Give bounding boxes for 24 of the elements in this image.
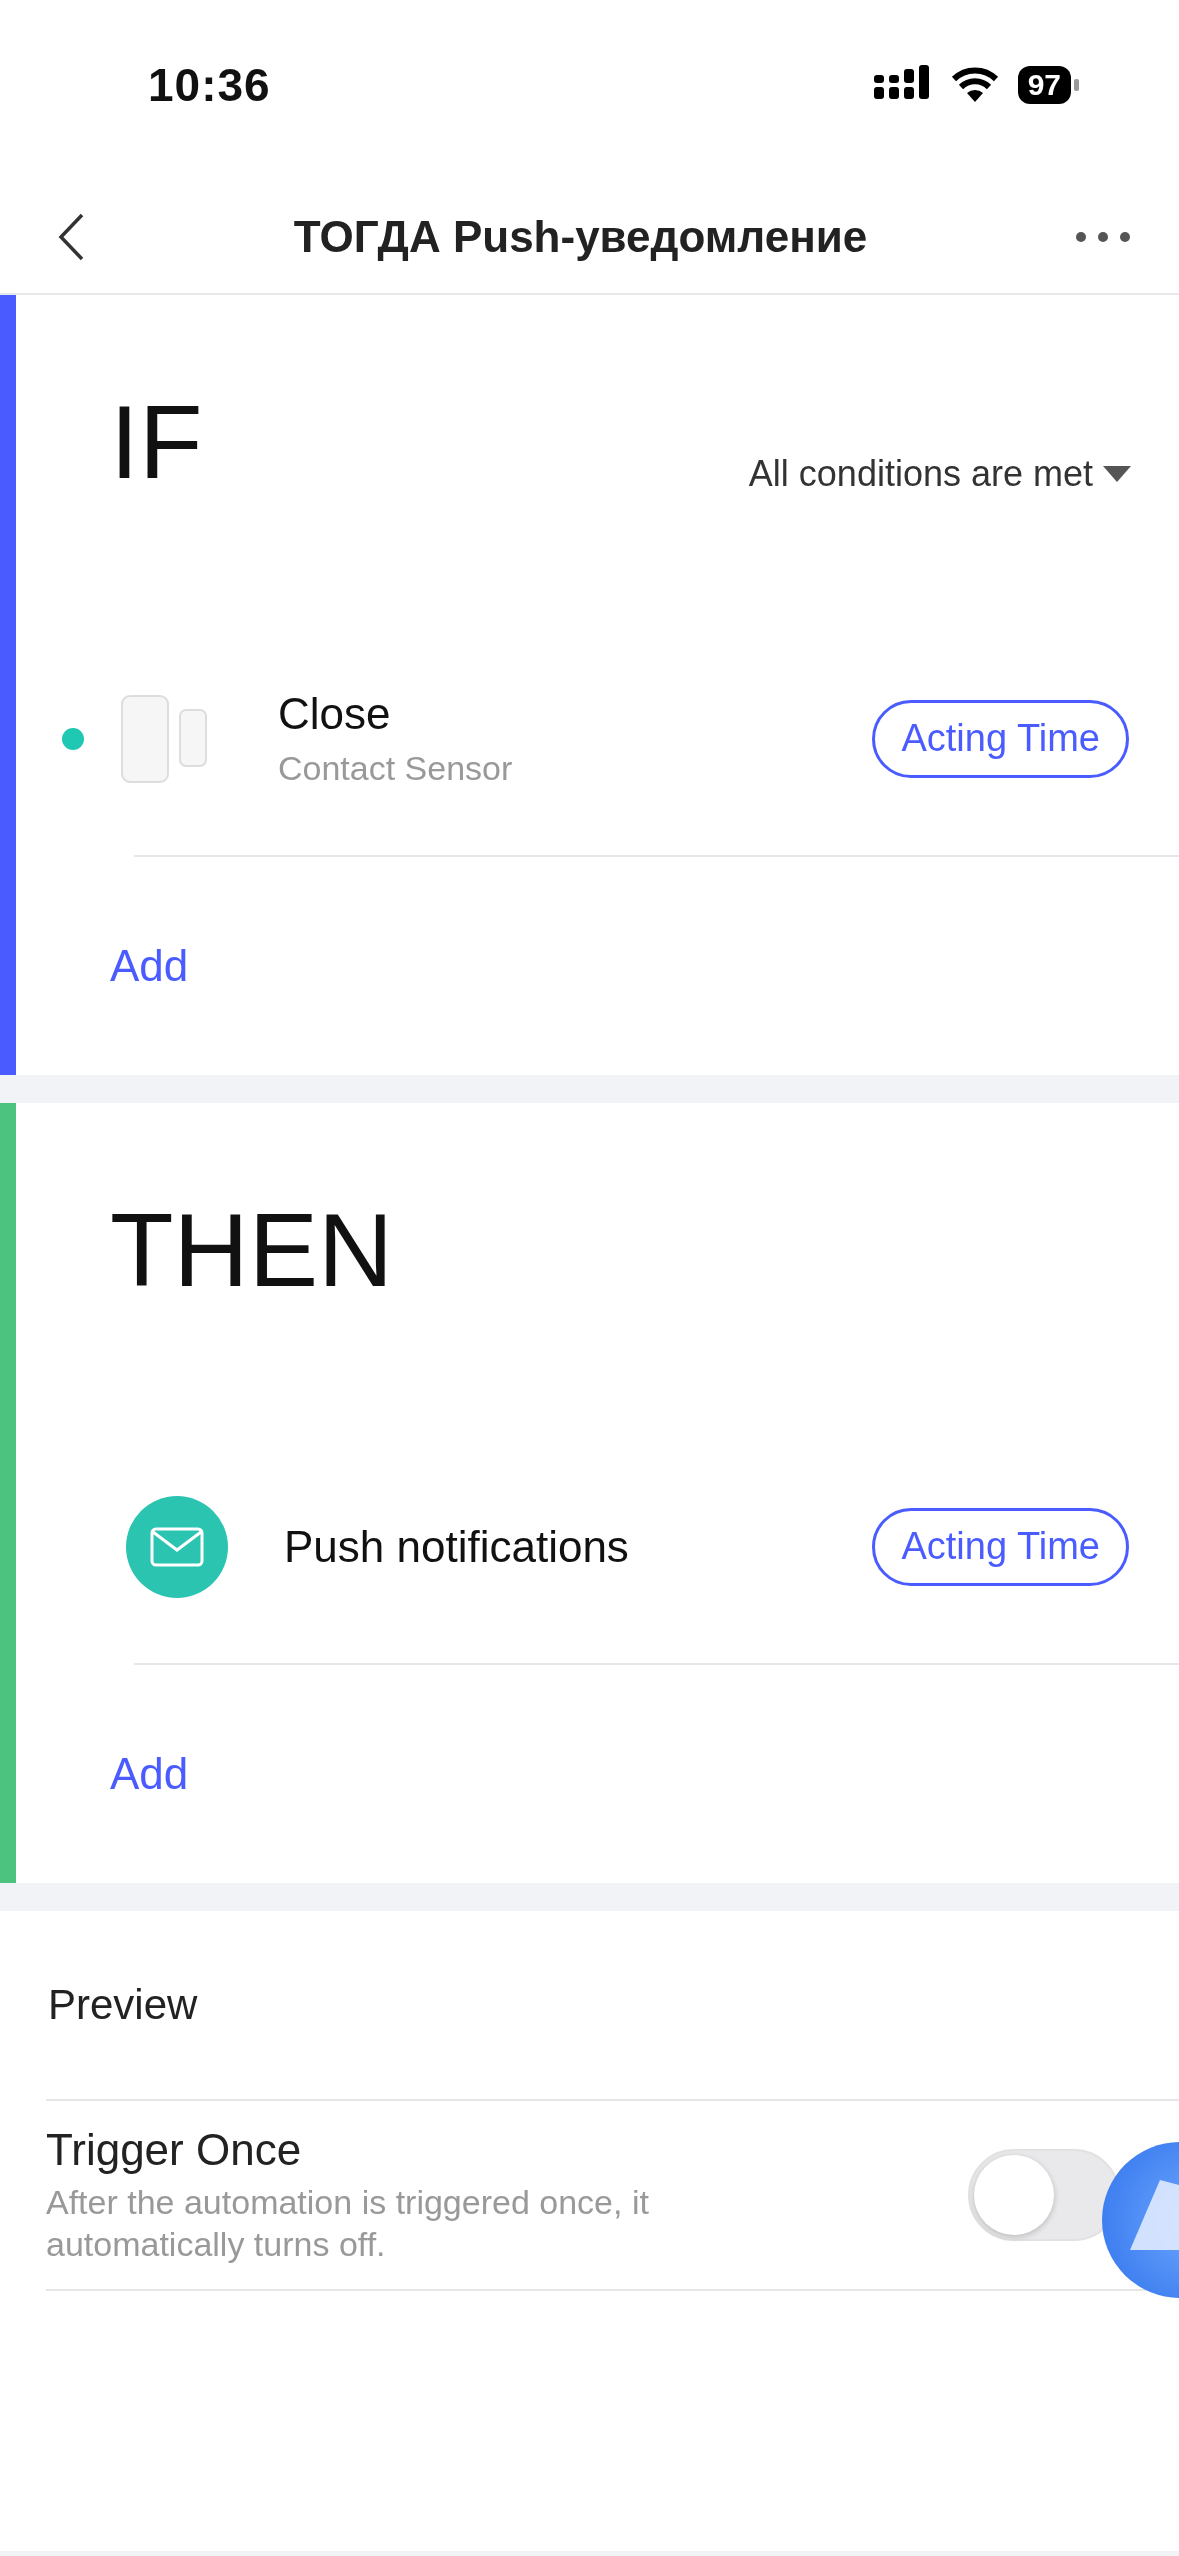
clock-time: 10:36 [148,58,271,112]
item-subtitle: Contact Sensor [278,749,514,788]
contact-sensor-icon [120,693,210,784]
preview-label[interactable]: Preview [48,1981,198,2029]
acting-time-button[interactable]: Acting Time [872,1507,1129,1586]
wifi-icon [949,66,1000,104]
add-link[interactable]: Add [110,941,189,991]
condition-mode-dropdown[interactable]: All conditions are met [748,453,1131,495]
acting-time-button[interactable]: Acting Time [872,699,1129,778]
page-title: ТОГДА Push-уведомление [292,211,869,262]
more-icon [1075,230,1131,243]
setting-title: Trigger Once [46,2125,303,2175]
assistant-bubble-icon[interactable] [1100,2140,1179,2300]
add-link[interactable]: Add [110,1749,189,1799]
back-button[interactable] [56,211,86,262]
item-title: Push notifications [284,1521,630,1572]
section-heading: THEN [110,1198,394,1302]
back-icon [56,211,86,262]
item-title: Close [278,689,392,739]
caret-icon [1103,466,1131,482]
section-heading: IF [110,390,203,494]
more-button[interactable] [1075,230,1131,243]
setting-description: After the automation is triggered once, it automatically turns off. [46,2182,650,2265]
envelope-icon [126,1495,228,1598]
